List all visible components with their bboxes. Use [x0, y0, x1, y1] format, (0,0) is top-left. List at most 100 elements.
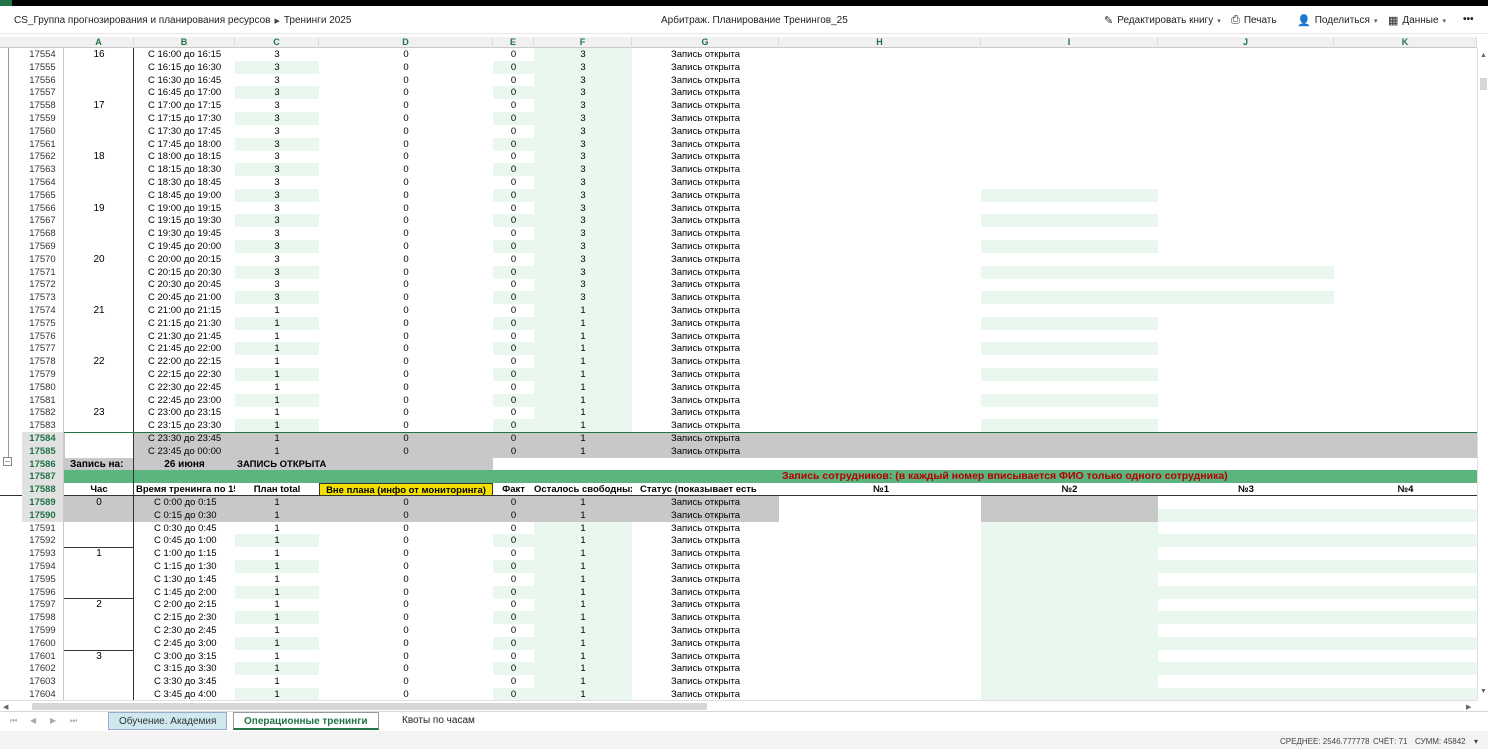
cell-f[interactable]: 1 — [534, 342, 632, 356]
cell-i[interactable] — [981, 86, 1158, 99]
cell-e[interactable]: 0 — [493, 611, 534, 625]
cell-c[interactable]: 3 — [235, 202, 319, 215]
cell-j[interactable] — [1158, 636, 1334, 650]
cell-a[interactable] — [64, 317, 134, 330]
row-number[interactable]: 17591 — [22, 521, 64, 535]
cell-a[interactable]: 20 — [64, 253, 134, 266]
row-number[interactable]: 17573 — [22, 291, 64, 305]
cell-h[interactable] — [779, 611, 981, 624]
sheet-grid[interactable]: 17554 16 С 16:00 до 16:15 3 0 0 3 Запись открыт… — [0, 48, 1477, 700]
cell-d[interactable]: 0 — [319, 125, 493, 138]
cell-c[interactable]: 1 — [235, 636, 319, 650]
cell-c[interactable]: 3 — [235, 48, 319, 61]
cell-i[interactable] — [981, 150, 1158, 163]
cell-e[interactable]: 0 — [493, 227, 534, 240]
cell-h[interactable] — [779, 522, 981, 535]
cell-j[interactable] — [1158, 112, 1334, 125]
cell-f[interactable]: 1 — [534, 572, 632, 586]
cell-b[interactable]: С 17:00 до 17:15 — [134, 99, 235, 112]
breadcrumb-folder[interactable]: CS_Группа прогнозирования и планирования… — [14, 15, 270, 26]
cell-g[interactable]: Запись открыта — [632, 675, 779, 688]
cell-j[interactable] — [1158, 99, 1334, 112]
cell-j[interactable] — [1158, 394, 1334, 407]
cell-a[interactable] — [64, 189, 134, 202]
cell-h[interactable] — [779, 394, 981, 407]
cell-f[interactable]: 1 — [534, 675, 632, 689]
cell-k[interactable] — [1334, 74, 1477, 87]
cell-e[interactable]: 0 — [493, 585, 534, 599]
cell-a[interactable] — [64, 394, 134, 407]
cell-h[interactable] — [779, 150, 981, 163]
cell-c[interactable]: 1 — [235, 688, 319, 700]
cell-d[interactable]: 0 — [319, 432, 493, 445]
cell-e[interactable]: 0 — [493, 547, 534, 560]
cell-g[interactable]: Запись открыта — [632, 419, 779, 432]
cell-b[interactable]: С 1:15 до 1:30 — [134, 560, 235, 573]
cell-c[interactable]: 1 — [235, 650, 319, 663]
row-number[interactable]: 17554 — [22, 48, 64, 61]
cell-b[interactable]: С 19:15 до 19:30 — [134, 214, 235, 227]
column-header-f[interactable]: F — [534, 37, 632, 48]
cell-e[interactable]: 0 — [493, 393, 534, 407]
cell-b[interactable]: С 3:00 до 3:15 — [134, 650, 235, 663]
cell-k[interactable] — [1334, 573, 1477, 586]
cell-k[interactable] — [1334, 432, 1477, 445]
header-c[interactable]: План total — [235, 483, 319, 496]
cell-e[interactable]: 0 — [493, 163, 534, 177]
cell-b[interactable]: С 22:30 до 22:45 — [134, 381, 235, 394]
cell-c[interactable]: 1 — [235, 611, 319, 625]
cell-g[interactable]: Запись открыта — [632, 560, 779, 573]
cell-a[interactable] — [64, 138, 134, 151]
cell-g[interactable]: Запись открыта — [632, 637, 779, 650]
cell-b[interactable]: С 22:00 до 22:15 — [134, 355, 235, 368]
cell-d[interactable]: 0 — [319, 547, 493, 560]
cell-d[interactable]: 0 — [319, 508, 493, 522]
cell-h[interactable] — [779, 138, 981, 151]
row-number[interactable]: 17570 — [22, 252, 64, 266]
cell-b[interactable]: С 2:00 до 2:15 — [134, 598, 235, 611]
cell-j[interactable] — [1158, 125, 1334, 138]
cell-g[interactable]: Запись открыта — [632, 266, 779, 279]
cell-h[interactable] — [779, 112, 981, 125]
more-button[interactable]: ••• — [1463, 14, 1474, 25]
row-number[interactable]: 17587 — [22, 470, 64, 484]
cell-b[interactable]: С 21:15 до 21:30 — [134, 317, 235, 330]
cell-a[interactable]: 3 — [64, 650, 134, 663]
cell-b[interactable]: С 3:15 до 3:30 — [134, 662, 235, 675]
cell-b[interactable]: С 18:00 до 18:15 — [134, 150, 235, 163]
cell-i[interactable] — [981, 444, 1158, 458]
cell-k[interactable] — [1334, 291, 1477, 304]
cell-j[interactable] — [1158, 381, 1334, 394]
cell-e[interactable]: 0 — [493, 406, 534, 419]
cell-i[interactable] — [981, 278, 1158, 291]
vertical-scroll-thumb[interactable] — [1480, 78, 1487, 90]
row-number[interactable]: 17562 — [22, 150, 64, 164]
cell-d[interactable]: 0 — [319, 74, 493, 87]
cell-b[interactable]: С 0:45 до 1:00 — [134, 534, 235, 547]
cell-j[interactable] — [1158, 675, 1334, 688]
cell-c[interactable]: 3 — [235, 265, 319, 279]
cell-d[interactable]: 0 — [319, 586, 493, 599]
row-number[interactable]: 17589 — [22, 496, 64, 509]
row-number[interactable]: 17579 — [22, 368, 64, 381]
cell-h[interactable] — [779, 662, 981, 675]
cell-i[interactable] — [981, 74, 1158, 87]
cell-d[interactable]: 0 — [319, 688, 493, 700]
cell-k[interactable] — [1334, 138, 1477, 151]
cell-i[interactable] — [981, 560, 1158, 573]
cell-h[interactable] — [779, 278, 981, 291]
cell-e[interactable]: 0 — [493, 624, 534, 637]
cell-a[interactable] — [64, 74, 134, 87]
cell-f[interactable]: 1 — [534, 534, 632, 548]
row-number[interactable]: 17557 — [22, 86, 64, 100]
cell-g[interactable]: Запись открыта — [632, 355, 779, 368]
cell-d[interactable]: 0 — [319, 598, 493, 611]
cell-e[interactable]: 0 — [493, 444, 534, 458]
print-button[interactable]: ⎙ Печать — [1231, 14, 1277, 27]
row-number[interactable]: 17563 — [22, 163, 64, 177]
cell-c[interactable]: 1 — [235, 522, 319, 535]
cell-k[interactable] — [1334, 227, 1477, 240]
cell-b[interactable]: С 2:45 до 3:00 — [134, 637, 235, 650]
cell-g[interactable]: Запись открыта — [632, 394, 779, 407]
cell-e[interactable]: 0 — [493, 265, 534, 279]
